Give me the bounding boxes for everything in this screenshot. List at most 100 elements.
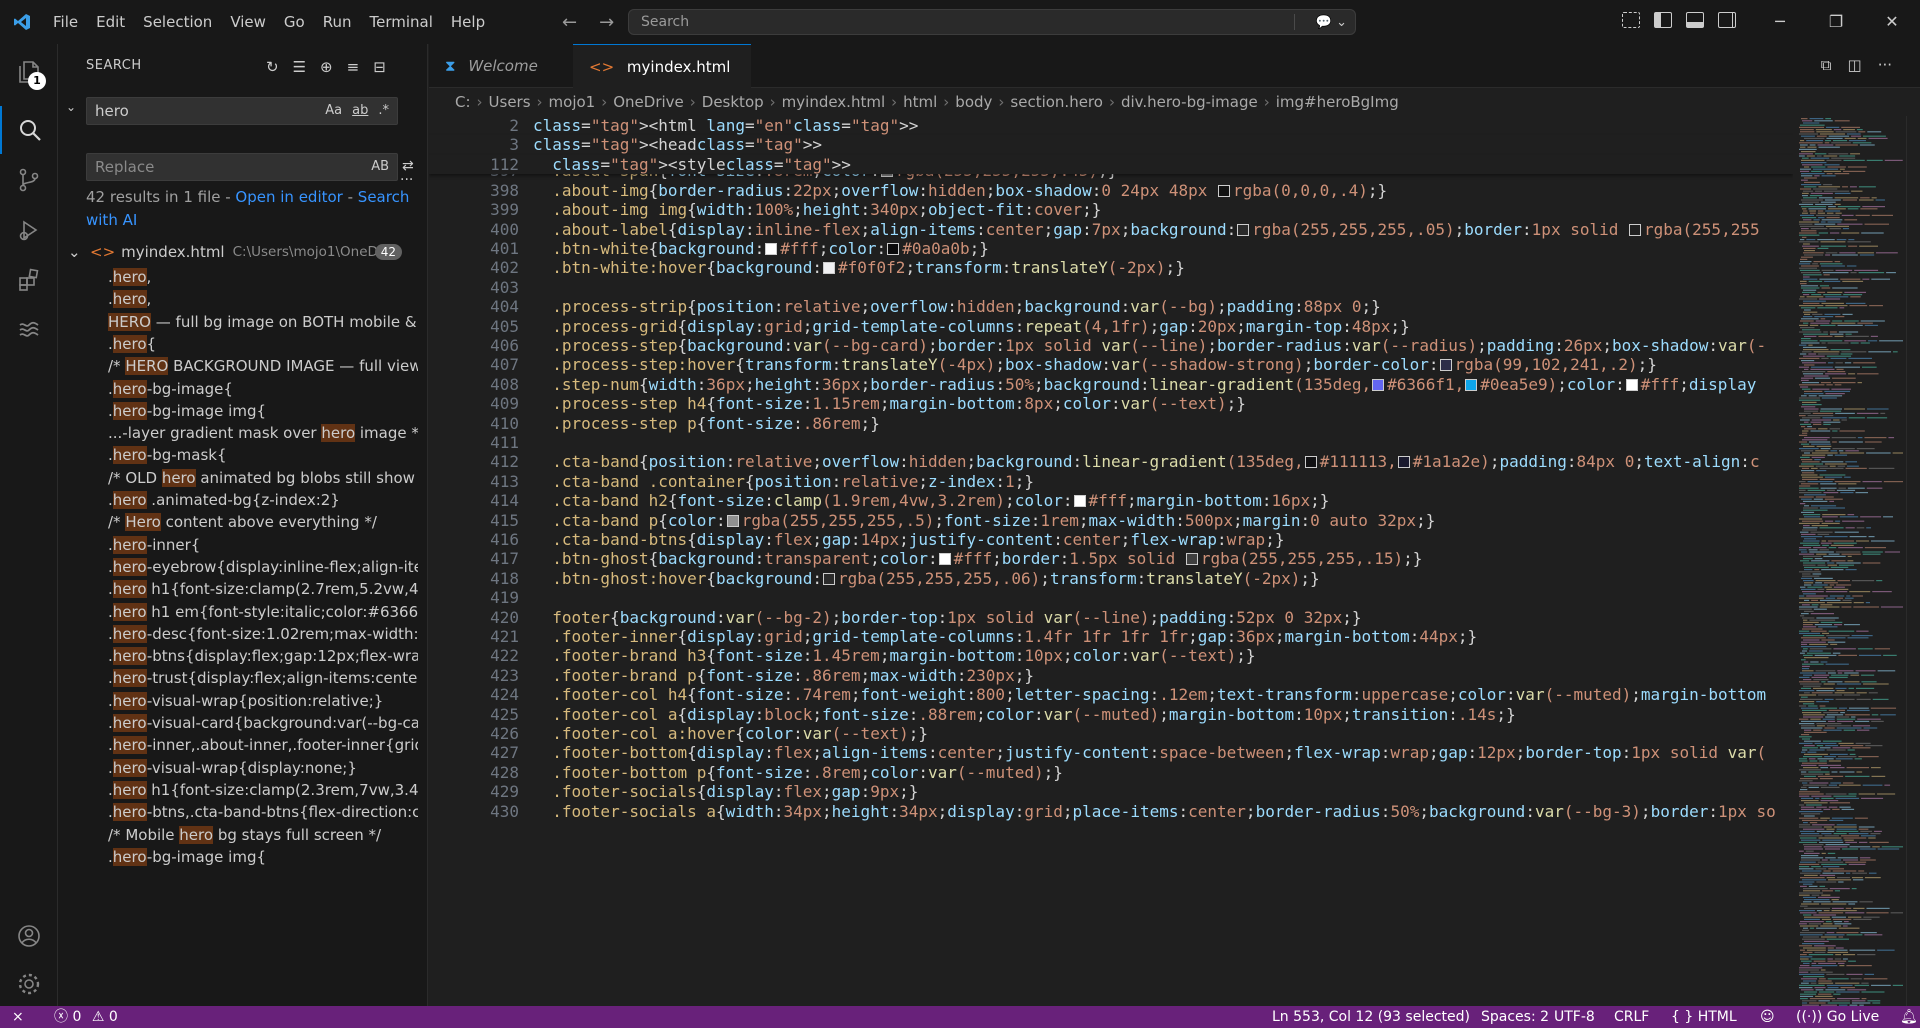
sticky-scroll-line[interactable]: 3 class="tag"><headclass="tag">>: [429, 135, 1793, 155]
code-line[interactable]: 423 .footer-brand p{font-size:.86rem;max…: [429, 666, 1793, 685]
copilot-chat-icon[interactable]: 💬 ⌄: [1316, 11, 1347, 35]
run-debug-icon[interactable]: [0, 206, 58, 254]
breadcrumb-item[interactable]: Desktop: [702, 93, 764, 111]
search-result-row[interactable]: .hero-btns,.cta-band-btns{flex-direction…: [108, 801, 418, 824]
search-result-row[interactable]: ...-layer gradient mask over hero image …: [108, 422, 418, 445]
search-result-row[interactable]: /* OLD hero animated bg blobs still show…: [108, 467, 418, 490]
tab-welcome[interactable]: ⧗ Welcome: [429, 44, 573, 88]
code-line[interactable]: 426 .footer-col a:hover{color:var(--text…: [429, 724, 1793, 743]
sticky-scroll-line[interactable]: 112 class="tag"><styleclass="tag">>: [429, 154, 1793, 175]
code-line[interactable]: 400 .about-label{display:inline-flex;ali…: [429, 220, 1793, 239]
collapse-all-icon[interactable]: ⊟: [373, 58, 386, 76]
menu-item-help[interactable]: Help: [442, 0, 494, 44]
preserve-case-icon[interactable]: AB: [371, 154, 389, 180]
search-result-row[interactable]: .hero,: [108, 288, 418, 311]
vertical-scrollbar[interactable]: [1906, 116, 1920, 1010]
command-center-search[interactable]: Search 💬 ⌄: [628, 9, 1356, 35]
search-result-row[interactable]: /* HERO BACKGROUND IMAGE — full view...: [108, 355, 418, 378]
code-line[interactable]: 413 .cta-band .container{position:relati…: [429, 472, 1793, 491]
search-result-row[interactable]: .hero-bg-image{: [108, 378, 418, 401]
breadcrumb-item[interactable]: div.hero-bg-image: [1121, 93, 1258, 111]
menu-item-view[interactable]: View: [221, 0, 275, 44]
code-line[interactable]: 410 .process-step p{font-size:.86rem;}: [429, 414, 1793, 433]
toggle-replace-chevron-icon[interactable]: ⌄: [66, 100, 76, 114]
refresh-icon[interactable]: ↻: [266, 58, 279, 76]
code-line[interactable]: 399 .about-img img{width:100%;height:340…: [429, 200, 1793, 219]
code-line[interactable]: 422 .footer-brand h3{font-size:1.45rem;m…: [429, 646, 1793, 665]
code-line[interactable]: 414 .cta-band h2{font-size:clamp(1.9rem,…: [429, 491, 1793, 510]
search-result-row[interactable]: .hero-visual-card{background:var(--bg-ca…: [108, 712, 418, 735]
code-line[interactable]: 416 .cta-band-btns{display:flex;gap:14px…: [429, 530, 1793, 549]
breadcrumb-item[interactable]: body: [955, 93, 992, 111]
code-line[interactable]: 402 .btn-white:hover{background: #f0f0f2;…: [429, 258, 1793, 277]
new-search-editor-icon[interactable]: ⊕: [320, 58, 333, 76]
code-line[interactable]: 409 .process-step h4{font-size:1.15rem;m…: [429, 394, 1793, 413]
indentation[interactable]: Spaces: 2: [1481, 1006, 1549, 1028]
breadcrumb-item[interactable]: myindex.html: [782, 93, 885, 111]
search-result-row[interactable]: .hero-visual-wrap{display:none;}: [108, 757, 418, 780]
more-actions-icon[interactable]: ···: [1878, 56, 1892, 74]
menu-item-selection[interactable]: Selection: [134, 0, 221, 44]
clear-results-icon[interactable]: ☰: [293, 58, 306, 76]
source-control-icon[interactable]: [0, 156, 58, 204]
extensions-icon[interactable]: [0, 256, 58, 304]
code-line[interactable]: 428 .footer-bottom p{font-size:.8rem;col…: [429, 763, 1793, 782]
breadcrumb-item[interactable]: mojo1: [549, 93, 596, 111]
minimize-icon[interactable]: ─: [1752, 0, 1808, 44]
code-line[interactable]: 412 .cta-band{position:relative;overflow…: [429, 452, 1793, 471]
toggle-panel-icon[interactable]: [1686, 12, 1704, 28]
match-case-icon[interactable]: Aa: [325, 98, 342, 124]
search-result-row[interactable]: .hero h1{font-size:clamp(2.3rem,7vw,3.4r…: [108, 779, 418, 802]
toggle-secondary-sidebar-icon[interactable]: [1718, 12, 1736, 28]
search-result-row[interactable]: .hero .animated-bg{z-index:2}: [108, 489, 418, 512]
code-line[interactable]: 417 .btn-ghost{background:transparent;co…: [429, 549, 1793, 568]
account-icon[interactable]: [0, 912, 58, 960]
breadcrumb-item[interactable]: OneDrive: [613, 93, 684, 111]
breadcrumb-item[interactable]: Users: [489, 93, 531, 111]
file-result-header[interactable]: ⌄ <> myindex.html C:\Users\mojo1\OneDri.…: [68, 240, 418, 264]
code-editor[interactable]: 396 .astat strong{display:block;font-siz…: [429, 116, 1793, 1010]
search-result-row[interactable]: /* Mobile hero bg stays full screen */: [108, 824, 418, 847]
match-whole-word-icon[interactable]: ab: [352, 98, 368, 124]
search-input[interactable]: hero Aa ab .*: [86, 97, 398, 125]
use-regex-icon[interactable]: .*: [378, 98, 389, 124]
code-line[interactable]: 398 .about-img{border-radius:22px;overfl…: [429, 181, 1793, 200]
search-result-row[interactable]: .hero h1{font-size:clamp(2.7rem,5.2vw,4.…: [108, 578, 418, 601]
code-line[interactable]: 403: [429, 278, 1793, 297]
split-editor-icon[interactable]: ◫: [1848, 56, 1862, 74]
sticky-scroll-line[interactable]: 2 class="tag"><html lang="en"class="tag">…: [429, 116, 1793, 136]
search-result-row[interactable]: .hero-bg-image img{: [108, 846, 418, 869]
explorer-icon[interactable]: 1: [0, 48, 58, 96]
restore-icon[interactable]: ❐: [1808, 0, 1864, 44]
code-line[interactable]: 425 .footer-col a{display:block;font-siz…: [429, 705, 1793, 724]
toggle-primary-sidebar-icon[interactable]: [1654, 12, 1672, 28]
menu-item-file[interactable]: File: [44, 0, 87, 44]
menu-item-run[interactable]: Run: [314, 0, 361, 44]
line-ending[interactable]: CRLF: [1614, 1006, 1649, 1028]
forward-arrow-icon[interactable]: →: [599, 12, 614, 33]
code-line[interactable]: 430 .footer-socials a{width:34px;height:…: [429, 802, 1793, 821]
search-result-row[interactable]: .hero-trust{display:flex;align-items:cen…: [108, 667, 418, 690]
code-line[interactable]: 408 .step-num{width:36px;height:36px;bor…: [429, 375, 1793, 394]
minimap[interactable]: [1793, 116, 1906, 1010]
search-result-row[interactable]: .hero-bg-mask{: [108, 444, 418, 467]
code-line[interactable]: 411: [429, 433, 1793, 452]
breadcrumb-item[interactable]: C:: [455, 93, 471, 111]
search-icon[interactable]: [0, 106, 58, 154]
language-mode[interactable]: { } HTML: [1671, 1006, 1737, 1028]
menu-item-edit[interactable]: Edit: [87, 0, 134, 44]
search-result-row[interactable]: .hero{: [108, 333, 418, 356]
copilot-status-icon[interactable]: ☺: [1760, 1006, 1775, 1028]
remote-icon[interactable]: ⨯: [12, 1006, 24, 1028]
breadcrumb-item[interactable]: html: [903, 93, 937, 111]
search-result-row[interactable]: .hero h1 em{font-style:italic;color:#636…: [108, 601, 418, 624]
code-line[interactable]: 401 .btn-white{background: #fff;color: #0a…: [429, 239, 1793, 258]
search-result-row[interactable]: .hero-inner{: [108, 534, 418, 557]
search-result-row[interactable]: .hero-inner,.about-inner,.footer-inner{g…: [108, 734, 418, 757]
replace-input[interactable]: Replace AB: [86, 153, 398, 181]
customize-layout-icon[interactable]: [1622, 12, 1640, 28]
encoding[interactable]: UTF-8: [1554, 1006, 1595, 1028]
search-result-row[interactable]: /* Hero content above everything */: [108, 511, 418, 534]
tab-myindex[interactable]: <> myindex.html ●: [573, 44, 751, 120]
close-icon[interactable]: ✕: [1864, 0, 1920, 44]
